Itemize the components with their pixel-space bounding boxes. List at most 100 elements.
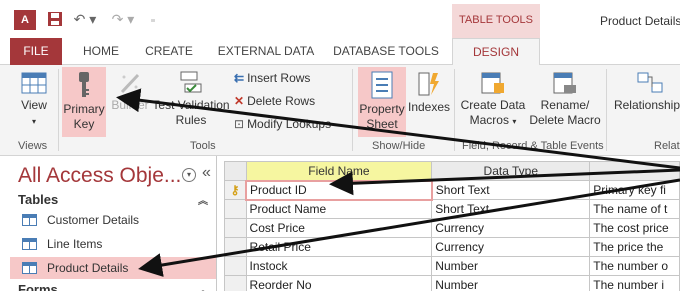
redo-icon[interactable]: ↷ ▾ (110, 10, 136, 28)
tab-file[interactable]: FILE (10, 38, 62, 65)
nav-group-forms[interactable]: Forms ︽ (10, 282, 216, 291)
description-cell[interactable]: The cost price (589, 218, 680, 238)
nav-group-tables-label: Tables (18, 192, 59, 207)
nav-item-product-details[interactable]: Product Details (10, 257, 216, 279)
row-selector[interactable] (224, 218, 247, 238)
field-name-cell[interactable]: Cost Price (245, 218, 433, 238)
builder-button[interactable]: Builder (110, 71, 150, 113)
table-row[interactable]: Product Name Short Text The name of t (224, 199, 680, 219)
column-header-data-type[interactable]: Data Type (431, 161, 591, 181)
indexes-button[interactable]: Indexes (408, 71, 450, 115)
description-cell[interactable]: The number i (589, 275, 680, 291)
tab-design[interactable]: DESIGN (452, 38, 540, 66)
group-label-views: Views (18, 140, 48, 152)
delete-rows-button[interactable]: ✕ Delete Rows (234, 92, 315, 110)
create-data-macros-label-1: Create Data (460, 98, 526, 112)
indexes-label: Indexes (408, 100, 451, 114)
test-validation-rules-button[interactable]: Test Validation Rules (150, 71, 232, 128)
insert-rows-button[interactable]: ⇇ Insert Rows (234, 69, 310, 87)
field-name-cell[interactable]: Reorder No (245, 275, 433, 291)
tab-external-data[interactable]: EXTERNAL DATA (210, 38, 322, 65)
data-type-cell[interactable]: Number (431, 275, 591, 291)
wand-icon (120, 73, 140, 94)
group-label-show-hide: Show/Hide (372, 140, 426, 152)
rename-delete-macro-label-2: Delete Macro (529, 113, 601, 127)
customize-qat-icon[interactable]: ₌ (146, 10, 160, 28)
field-name-cell[interactable]: Retail Price (245, 237, 433, 257)
chevron-up-icon: ︽ (198, 196, 208, 207)
navigation-pane: All Access Obje... ▾ « Tables ︽ Customer… (10, 156, 217, 291)
relationships-icon (637, 72, 663, 93)
nav-pane-title[interactable]: All Access Obje... (18, 164, 181, 188)
data-type-cell[interactable]: Currency (431, 237, 591, 257)
table-row[interactable]: Retail Price Currency The price the (224, 237, 680, 257)
table-icon (22, 214, 37, 226)
table-row[interactable]: ⚷ Product ID Short Text Primary key fi (224, 179, 680, 201)
property-sheet-label-1: Property (359, 102, 405, 116)
property-sheet-button[interactable]: Property Sheet (358, 67, 406, 137)
row-selector[interactable] (224, 256, 247, 276)
relationships-button[interactable]: Relationships (610, 71, 680, 113)
window-title: Product Details (600, 14, 680, 28)
test-validation-label-2: Rules (175, 113, 207, 127)
nav-item-line-items[interactable]: Line Items (10, 233, 216, 255)
property-sheet-icon (371, 71, 393, 99)
field-name-cell[interactable]: Instock (245, 256, 433, 276)
data-type-cell[interactable]: Short Text (431, 199, 591, 219)
save-icon[interactable] (46, 10, 64, 28)
description-cell[interactable]: The name of t (589, 199, 680, 219)
data-type-cell[interactable]: Short Text (431, 180, 591, 200)
tab-database-tools[interactable]: DATABASE TOOLS (328, 38, 444, 65)
table-design-grid: Field Name Data Type ⚷ Product ID Short … (224, 156, 680, 291)
table-row[interactable]: Cost Price Currency The cost price (224, 218, 680, 238)
row-selector[interactable] (224, 199, 247, 219)
create-data-macros-button[interactable]: Create Data Macros ▾ (458, 71, 528, 129)
indexes-icon (418, 72, 439, 96)
access-app-icon[interactable]: A (14, 10, 36, 30)
field-name-cell[interactable]: Product ID (245, 179, 433, 201)
table-row[interactable]: Reorder No Number The number i (224, 275, 680, 291)
field-grid-table: Field Name Data Type ⚷ Product ID Short … (224, 161, 680, 291)
primary-key-icon: ⚷ (230, 183, 240, 197)
grid-header-row: Field Name Data Type (224, 161, 680, 181)
field-name-cell[interactable]: Product Name (245, 199, 433, 219)
grid-corner[interactable] (224, 161, 247, 181)
nav-item-customer-details[interactable]: Customer Details (10, 209, 216, 231)
row-selector[interactable]: ⚷ (224, 180, 247, 200)
insert-rows-label: Insert Rows (247, 71, 311, 85)
nav-item-label: Product Details (47, 261, 129, 275)
primary-key-button[interactable]: Primary Key (62, 67, 106, 137)
modify-lookups-icon: ⊡ (234, 117, 245, 131)
primary-key-label-2: Key (73, 117, 95, 131)
ribbon-separator (58, 69, 59, 151)
nav-pane-menu-icon[interactable]: ▾ (182, 168, 196, 182)
tab-home[interactable]: HOME (72, 38, 130, 65)
rename-delete-macro-button[interactable]: Rename/ Delete Macro (528, 71, 602, 128)
view-button[interactable]: View ▾ (14, 71, 54, 129)
description-cell[interactable]: Primary key fi (589, 180, 680, 200)
nav-pane-collapse-icon[interactable]: « (202, 164, 211, 182)
chevron-up-icon: ︽ (198, 282, 208, 291)
insert-rows-icon: ⇇ (234, 71, 245, 85)
data-type-cell[interactable]: Number (431, 256, 591, 276)
tab-create[interactable]: CREATE (138, 38, 200, 65)
table-row[interactable]: Instock Number The number o (224, 256, 680, 276)
description-cell[interactable]: The number o (589, 256, 680, 276)
row-selector[interactable] (224, 275, 247, 291)
group-label-field-record-table-events: Field, Record & Table Events (462, 140, 604, 152)
data-type-cell[interactable]: Currency (431, 218, 591, 238)
column-header-field-name[interactable]: Field Name (245, 161, 433, 181)
nav-group-tables[interactable]: Tables ︽ (10, 192, 216, 210)
app-icon-letter: A (21, 14, 29, 26)
column-header-description[interactable] (589, 161, 680, 181)
create-macros-dropdown-icon: ▾ (512, 117, 517, 126)
modify-lookups-button[interactable]: ⊡ Modify Lookups (234, 115, 331, 133)
view-icon (21, 72, 47, 94)
delete-rows-label: Delete Rows (247, 94, 316, 108)
row-selector[interactable] (224, 237, 247, 257)
ribbon-separator (454, 69, 455, 151)
ribbon: View ▾ Primary Key Builder Test Validatio… (0, 65, 680, 156)
description-cell[interactable]: The price the (589, 237, 680, 257)
undo-icon[interactable]: ↶ ▾ (72, 10, 98, 28)
nav-group-forms-label: Forms (18, 282, 58, 291)
